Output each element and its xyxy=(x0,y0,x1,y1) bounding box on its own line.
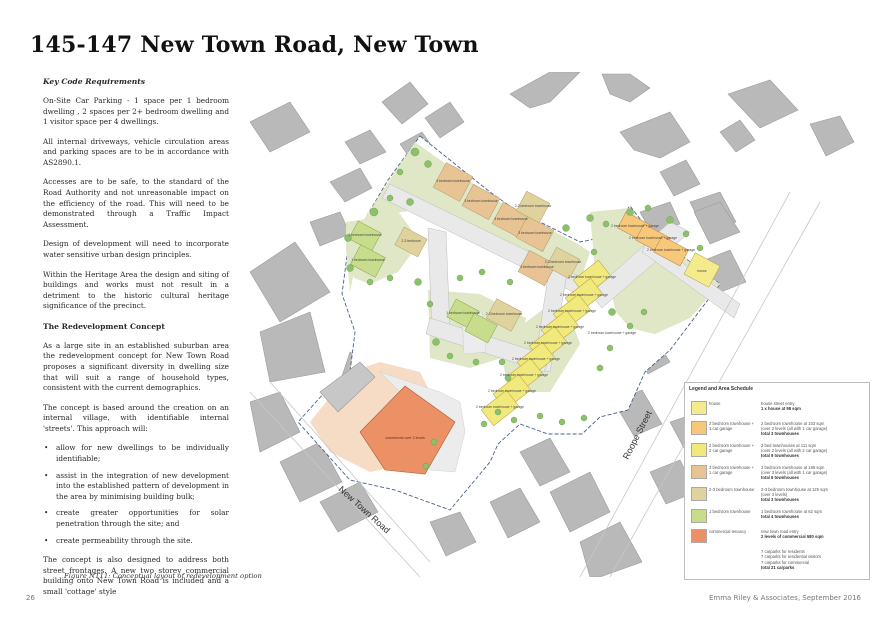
unit-label: 2 bedroom townhouse + garage xyxy=(524,341,572,345)
legend-desc: commercial tenancy xyxy=(709,529,747,534)
legend-schedule: 2 bed townhouses at 111 sqm (over 2 level… xyxy=(761,443,828,459)
page-number: 26 xyxy=(26,594,35,602)
unit-label: house xyxy=(697,269,706,273)
unit-label: 2-3 bedroom xyxy=(401,239,420,243)
bullet-item: assist in the integration of new develop… xyxy=(43,471,229,503)
legend-schedule: 1 bedroom townhouse at 62 sqm total 4 tow… xyxy=(761,509,822,520)
paragraph: Design of development will need to incor… xyxy=(43,239,229,259)
paragraph: Within the Heritage Area the design and … xyxy=(43,269,229,311)
legend-row: 2-3 bedroom townhouse 2-3 bedroom townho… xyxy=(689,487,865,505)
legend-swatch xyxy=(691,487,707,501)
legend-schedule: 3 bedroom townhouse at 165 sqm (over 3 le… xyxy=(761,465,828,481)
unit-label: 2 bedroom townhouse + garage xyxy=(568,275,616,279)
legend-row: 2 bedroom townhouse + 2 car garage 2 bed… xyxy=(689,443,865,461)
unit-label: 2-3 bedroom townhouse xyxy=(486,312,523,316)
legend-desc: house xyxy=(709,401,721,406)
unit-label: 2 bedroom townhouse + garage xyxy=(488,389,536,393)
legend-swatch xyxy=(691,509,707,523)
legend-swatch xyxy=(691,401,707,415)
legend-swatch xyxy=(691,443,707,457)
unit-label: 2 bedroom townhouse + garage xyxy=(560,293,608,297)
legend-schedule: new town road entry 2 levels of commercia… xyxy=(761,529,824,540)
unit-label: 2 bedroom townhouse + garage xyxy=(476,405,524,409)
legend-swatch xyxy=(691,529,707,543)
key-code-heading: Key Code Requirements xyxy=(43,77,146,86)
unit-label: 2-3 bedroom townhouse xyxy=(545,260,582,264)
unit-label: 3 bedroom townhouse xyxy=(518,231,552,235)
bullet-item: create greater opportunities for solar p… xyxy=(43,508,229,529)
unit-label: 2 bedroom townhouse + garage xyxy=(629,236,677,240)
unit-label: 2 bedroom townhouse + garage xyxy=(548,309,596,313)
unit-label: 2 bedroom townhouse + garage xyxy=(647,248,695,252)
legend-schedule: house street entry 1 x house at 98 sqm xyxy=(761,401,801,412)
legend-desc: 2 bedroom townhouse + 2 car garage xyxy=(709,443,755,454)
bullet-item: create permeability through the site. xyxy=(43,536,229,547)
unit-label: 2-3 bedroom townhouse xyxy=(515,204,552,208)
legend-desc: 1 bedroom townhouse xyxy=(709,509,751,514)
unit-label: 2 bedroom townhouse + garage xyxy=(536,325,584,329)
legend-swatch xyxy=(691,465,707,479)
unit-label: 2 bedroom townhouse + garage xyxy=(512,357,560,361)
legend-row: 1 bedroom townhouse 1 bedroom townhouse … xyxy=(689,509,865,527)
unit-label: 3 bedroom townhouse xyxy=(494,217,528,221)
legend-desc: 3 bedroom townhouse + 1 car garage xyxy=(709,465,755,476)
paragraph: The concept is based around the creation… xyxy=(43,402,229,433)
commercial-label: commercial over 2 levels xyxy=(385,436,425,440)
footer-credit: Emma Riley & Associates, September 2016 xyxy=(708,594,861,602)
page-title: 145-147 New Town Road, New Town xyxy=(30,32,479,58)
unit-label: 3 bedroom townhouse xyxy=(464,199,498,203)
unit-label: 3 bedroom townhouse xyxy=(520,265,554,269)
concept-heading: The Redevelopment Concept xyxy=(43,321,165,331)
unit-label: 3 bedroom townhouse xyxy=(436,179,470,183)
legend-row: 3 bedroom townhouse + 1 car garage 3 bed… xyxy=(689,465,865,483)
paragraph: All internal driveways, vehicle circulat… xyxy=(43,136,229,167)
legend-title: Legend and Area Schedule xyxy=(689,386,753,392)
unit-label: 1 bedroom townhouse xyxy=(351,258,385,262)
legend-area-schedule: Legend and Area Schedule house house str… xyxy=(684,382,870,580)
paragraph: As a large site in an established suburb… xyxy=(43,340,229,393)
legend-swatch xyxy=(691,421,707,435)
paragraph: Accesses are to be safe, to the standard… xyxy=(43,177,229,229)
figure-caption: Figure NT11: Conceptual layout of redeve… xyxy=(64,572,262,580)
text-column: Key Code Requirements On-Site Car Parkin… xyxy=(43,76,229,606)
carpark-notes: 7 carparks for residents 7 carparks for … xyxy=(761,549,822,570)
unit-label: 1 bedroom townhouse xyxy=(348,233,382,237)
legend-desc: 2 bedroom townhouse + 1 car garage xyxy=(709,421,755,432)
unit-label: 1 bedroom townhouse xyxy=(446,311,480,315)
bullet-item: allow for new dwellings to be individual… xyxy=(43,443,229,464)
legend-row: house house street entry 1 x house at 98 … xyxy=(689,401,865,419)
bullet-list: allow for new dwellings to be individual… xyxy=(43,443,229,546)
legend-row: commercial tenancy new town road entry 2 … xyxy=(689,529,865,547)
legend-schedule: 2-3 bedroom townhouse at 125 sqm (over 3 … xyxy=(761,487,829,503)
legend-row: 2 bedroom townhouse + 1 car garage 2 bed… xyxy=(689,421,865,439)
unit-label: 2 bedroom townhouse + garage xyxy=(500,373,548,377)
paragraph: On-Site Car Parking - 1 space per 1 bedr… xyxy=(43,96,229,127)
unit-label: 2 bedroom townhouse + garage xyxy=(588,331,636,335)
legend-schedule: 2 bedroom townhouse at 103 sqm (over 2 le… xyxy=(761,421,828,437)
unit-label: 2 bedroom townhouse + garage xyxy=(611,224,659,228)
legend-desc: 2-3 bedroom townhouse xyxy=(709,487,755,492)
